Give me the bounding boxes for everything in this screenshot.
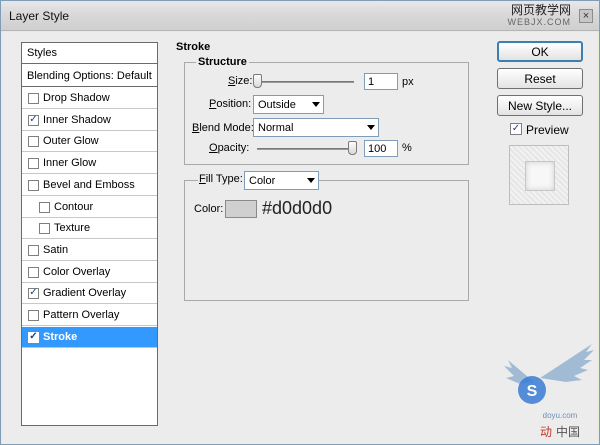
opacity-slider-track[interactable]: [257, 148, 354, 150]
style-item-label: Stroke: [43, 331, 78, 343]
style-item-checkbox[interactable]: [28, 157, 39, 169]
close-icon: ×: [582, 9, 590, 22]
logo-cn-prefix: 动: [540, 425, 552, 439]
watermark-top-sub: WEBJX.COM: [507, 17, 571, 27]
blend-mode-label: Blend Mode:: [192, 122, 254, 134]
ok-button[interactable]: OK: [497, 41, 583, 62]
style-item-label: Bevel and Emboss: [43, 179, 135, 191]
style-item-bevel-and-emboss[interactable]: Bevel and Emboss: [22, 175, 157, 196]
size-label: Size:: [228, 75, 253, 87]
size-input[interactable]: 1: [364, 73, 398, 90]
style-item-texture[interactable]: Texture: [22, 218, 157, 239]
style-item-satin[interactable]: Satin: [22, 240, 157, 261]
style-item-color-overlay[interactable]: Color Overlay: [22, 262, 157, 283]
styles-header[interactable]: Styles: [22, 43, 157, 64]
close-button[interactable]: ×: [579, 9, 593, 23]
color-label: Color:: [194, 203, 224, 215]
new-style-button[interactable]: New Style...: [497, 95, 583, 116]
opacity-label: Opacity:: [209, 142, 250, 154]
styles-list: Styles Blending Options: Default Drop Sh…: [21, 42, 158, 426]
style-item-checkbox[interactable]: [28, 244, 39, 256]
style-item-contour[interactable]: Contour: [22, 197, 157, 218]
style-item-label: Gradient Overlay: [43, 287, 127, 299]
logo-site: doyu.com: [543, 411, 578, 420]
style-item-inner-glow[interactable]: Inner Glow: [22, 153, 157, 174]
logo-letter: S: [527, 383, 538, 400]
ok-button-label: OK: [531, 44, 549, 59]
style-item-label: Outer Glow: [43, 135, 99, 147]
styles-header-label: Styles: [27, 47, 57, 59]
chevron-down-icon: [367, 125, 375, 130]
opacity-unit: %: [402, 142, 412, 154]
size-slider-track[interactable]: [257, 81, 354, 83]
position-label: Position:: [209, 98, 252, 110]
style-item-checkbox[interactable]: ✓: [28, 114, 39, 126]
style-item-label: Pattern Overlay: [43, 309, 120, 321]
watermark-top-text: 网页教学网: [510, 3, 571, 17]
preview-swatch: [525, 161, 555, 191]
color-swatch[interactable]: [225, 200, 257, 218]
blending-options-label: Blending Options: Default: [27, 69, 152, 82]
style-item-pattern-overlay[interactable]: Pattern Overlay: [22, 305, 157, 326]
opacity-slider-thumb[interactable]: [348, 141, 357, 155]
preview-checkbox[interactable]: ✓: [510, 123, 522, 135]
style-item-checkbox[interactable]: [28, 266, 39, 278]
style-item-drop-shadow[interactable]: Drop Shadow: [22, 88, 157, 109]
fill-type-select[interactable]: Color: [244, 171, 319, 190]
style-item-checkbox[interactable]: [28, 179, 39, 191]
layer-style-window: Layer Style 网页教学网 WEBJX.COM × Styles Ble…: [0, 0, 600, 445]
style-preview: [509, 145, 569, 205]
style-item-label: Inner Glow: [43, 157, 97, 169]
opacity-input[interactable]: 100: [364, 140, 398, 157]
position-select[interactable]: Outside: [253, 95, 324, 114]
size-unit: px: [402, 76, 414, 88]
chevron-down-icon: [307, 178, 315, 183]
title-bar[interactable]: Layer Style 网页教学网 WEBJX.COM ×: [1, 1, 599, 31]
watermark-top: 网页教学网 WEBJX.COM: [507, 4, 571, 28]
style-item-checkbox[interactable]: [39, 201, 50, 213]
blend-mode-select[interactable]: Normal: [253, 118, 379, 137]
stroke-group-title: Stroke: [174, 41, 213, 53]
size-slider-thumb[interactable]: [253, 74, 262, 88]
style-item-label: Color Overlay: [43, 266, 111, 278]
chevron-down-icon: [312, 102, 320, 107]
style-item-checkbox[interactable]: [28, 135, 39, 147]
wing-icon: [504, 344, 594, 384]
style-item-label: Satin: [43, 244, 69, 256]
style-item-checkbox[interactable]: [28, 92, 39, 104]
style-item-checkbox[interactable]: ✓: [28, 331, 39, 343]
style-item-label: Contour: [54, 201, 94, 213]
window-title: Layer Style: [9, 9, 70, 23]
watermark-logo: S doyu.com 动 中国: [504, 344, 594, 439]
fill-type-label: Fill Type:: [198, 173, 244, 185]
blending-options-item[interactable]: Blending Options: Default: [22, 65, 157, 87]
style-item-checkbox[interactable]: ✓: [28, 287, 39, 299]
new-style-button-label: New Style...: [507, 98, 573, 113]
style-item-outer-glow[interactable]: Outer Glow: [22, 131, 157, 152]
reset-button-label: Reset: [524, 71, 556, 86]
logo-cn: 中国: [556, 424, 580, 439]
structure-title: Structure: [196, 56, 249, 68]
dialog-client-area: Styles Blending Options: Default Drop Sh…: [2, 32, 598, 444]
style-item-checkbox[interactable]: [39, 222, 50, 234]
style-item-label: Inner Shadow: [43, 114, 111, 126]
color-hex-text: #d0d0d0: [262, 198, 333, 218]
style-item-label: Drop Shadow: [43, 92, 110, 104]
style-item-inner-shadow[interactable]: ✓ Inner Shadow: [22, 110, 157, 131]
style-item-gradient-overlay[interactable]: ✓ Gradient Overlay: [22, 283, 157, 304]
style-item-stroke[interactable]: ✓ Stroke: [22, 327, 157, 348]
style-item-label: Texture: [54, 222, 91, 234]
style-item-checkbox[interactable]: [28, 309, 39, 321]
preview-label: Preview: [526, 123, 569, 137]
reset-button[interactable]: Reset: [497, 68, 583, 89]
